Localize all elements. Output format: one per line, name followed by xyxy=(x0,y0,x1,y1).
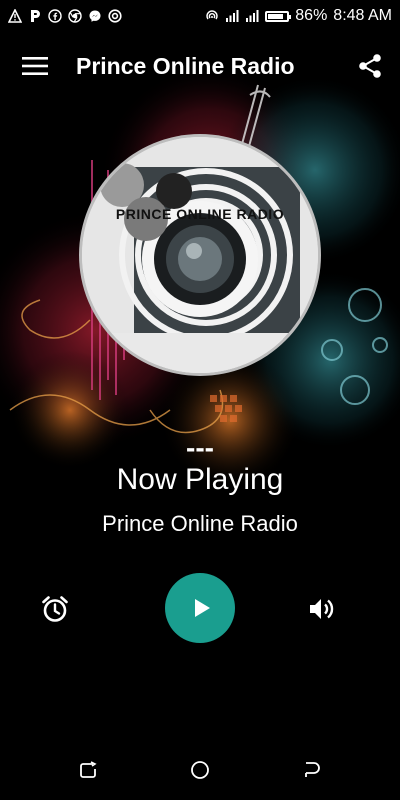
station-name: Prince Online Radio xyxy=(102,511,298,536)
playback-status: Now Playing xyxy=(116,463,284,496)
status-system-icons: 86% 8:48 AM xyxy=(205,7,392,25)
menu-button[interactable] xyxy=(22,54,52,78)
messenger-icon xyxy=(88,9,102,23)
alarm-clock-icon xyxy=(42,596,68,622)
settings-ring-icon xyxy=(108,9,122,23)
status-notification-icons xyxy=(8,9,122,23)
home-icon xyxy=(191,761,209,779)
chrome-icon xyxy=(68,9,82,23)
signal-icon-2 xyxy=(245,9,259,23)
system-nav-bar xyxy=(0,740,400,800)
app-bar: Prince Online Radio xyxy=(0,32,400,100)
background-artwork xyxy=(0,0,400,800)
back-icon xyxy=(305,762,320,777)
menu-icon xyxy=(22,57,48,75)
p-app-icon xyxy=(28,9,42,23)
alert-icon xyxy=(8,9,22,23)
share-icon xyxy=(359,54,381,78)
battery-percent: 86% xyxy=(295,7,328,24)
play-icon xyxy=(195,599,210,617)
station-artwork xyxy=(82,137,318,373)
radio-player-screen: 86% 8:48 AM Prince Online Radio PRINCE O… xyxy=(0,0,400,800)
back-button[interactable] xyxy=(302,760,322,780)
facebook-icon xyxy=(48,9,62,23)
recents-button[interactable] xyxy=(78,760,98,780)
track-title: --- xyxy=(186,432,214,463)
status-bar: 86% 8:48 AM xyxy=(0,0,400,32)
volume-icon xyxy=(310,599,334,619)
signal-icon-1 xyxy=(225,9,239,23)
recents-icon xyxy=(80,761,97,778)
home-button[interactable] xyxy=(190,760,210,780)
status-time: 8:48 AM xyxy=(333,7,392,24)
station-logo-text: PRINCE ONLINE RADIO xyxy=(115,206,285,222)
play-button[interactable] xyxy=(165,573,235,643)
volume-button[interactable] xyxy=(306,594,336,624)
station-logo-image xyxy=(82,137,318,373)
alarm-button[interactable] xyxy=(40,594,70,624)
hotspot-icon xyxy=(205,9,219,23)
battery-icon xyxy=(265,10,292,22)
share-button[interactable] xyxy=(356,52,384,80)
app-title: Prince Online Radio xyxy=(76,52,295,79)
